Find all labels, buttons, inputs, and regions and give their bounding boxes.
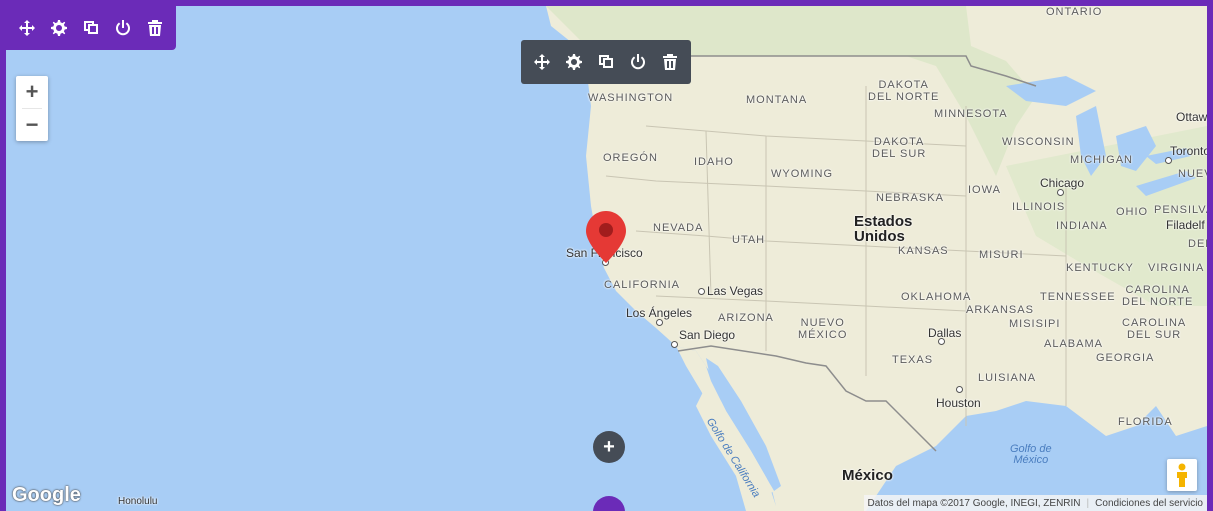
label-kentucky: KENTUCKY: [1066, 262, 1134, 274]
label-georgia: GEORGIA: [1096, 352, 1155, 364]
label-usa: Estados Unidos: [854, 213, 913, 245]
label-texas: TEXAS: [892, 354, 934, 366]
label-iowa: IOWA: [968, 184, 1001, 196]
map-pin-icon[interactable]: [586, 211, 626, 263]
label-illinois: ILLINOIS: [1012, 201, 1066, 213]
label-las-vegas: Las Vegas: [707, 284, 764, 298]
move-icon[interactable]: [18, 19, 36, 37]
label-oregon: OREGÓN: [603, 152, 658, 164]
settings-icon[interactable]: [565, 53, 583, 71]
city-marker-dallas: [938, 338, 945, 345]
label-idaho: IDAHO: [694, 156, 734, 168]
label-misisipi: MISISIPI: [1009, 318, 1061, 330]
label-nevada: NEVADA: [653, 222, 704, 234]
delete-icon[interactable]: [146, 19, 164, 37]
label-tennessee: TENNESSEE: [1040, 291, 1116, 303]
label-ottawa: Ottawa: [1176, 110, 1213, 124]
label-north-dakota: DAKOTA DEL NORTE: [868, 79, 940, 103]
label-luisiana: LUISIANA: [978, 372, 1037, 384]
google-logo: Google: [12, 484, 81, 506]
map-data-credit: Datos del mapa ©2017 Google, INEGI, ZENR…: [867, 497, 1081, 509]
label-arkansas: ARKANSAS: [966, 304, 1034, 316]
label-wyoming: WYOMING: [771, 168, 833, 180]
move-icon[interactable]: [533, 53, 551, 71]
zoom-control: + −: [16, 76, 48, 141]
add-module-button[interactable]: +: [593, 431, 625, 463]
label-california: CALIFORNIA: [604, 279, 681, 291]
label-filadelfia: Filadelf: [1166, 218, 1205, 232]
map-attribution: Datos del mapa ©2017 Google, INEGI, ZENR…: [863, 495, 1207, 511]
label-carolina-sur: CAROLINA DEL SUR: [1122, 317, 1187, 341]
label-oklahoma: OKLAHOMA: [901, 291, 972, 303]
delete-icon[interactable]: [661, 53, 679, 71]
label-montana: MONTANA: [746, 94, 808, 106]
label-arizona: ARIZONA: [718, 312, 774, 324]
label-nueva: NUEVA: [1178, 168, 1212, 180]
label-carolina-norte: CAROLINA DEL NORTE: [1122, 284, 1194, 308]
label-utah: UTAH: [732, 234, 766, 246]
label-san-diego: San Diego: [679, 328, 736, 342]
label-minnesota: MINNESOTA: [934, 108, 1008, 120]
duplicate-icon[interactable]: [82, 19, 100, 37]
terms-link[interactable]: Condiciones del servicio: [1095, 498, 1203, 509]
label-ohio: OHIO: [1116, 206, 1149, 218]
city-marker-los-angeles: [656, 319, 663, 326]
duplicate-icon[interactable]: [597, 53, 615, 71]
zoom-out-button[interactable]: −: [16, 109, 48, 141]
label-michigan: MICHIGAN: [1070, 154, 1133, 166]
label-wisconsin: WISCONSIN: [1002, 136, 1075, 148]
label-alabama: ALABAMA: [1044, 338, 1103, 350]
column-toolbar: [6, 6, 176, 50]
label-houston: Houston: [936, 396, 981, 410]
city-marker-san-diego: [671, 341, 678, 348]
label-florida: FLORIDA: [1118, 416, 1173, 428]
city-marker-las-vegas: [698, 288, 705, 295]
label-indiana: INDIANA: [1056, 220, 1108, 232]
city-marker-toronto: [1165, 157, 1172, 164]
label-south-dakota: DAKOTA DEL SUR: [872, 136, 927, 160]
label-nebraska: NEBRASKA: [876, 192, 944, 204]
label-pensilvania: PENSILVA: [1154, 204, 1213, 216]
label-virginia: VIRGINIA: [1148, 262, 1205, 274]
power-icon[interactable]: [629, 53, 647, 71]
label-chicago: Chicago: [1040, 176, 1085, 190]
street-view-pegman-icon[interactable]: [1167, 459, 1197, 491]
label-ontario: ONTARIO: [1046, 6, 1103, 18]
attribution-separator: |: [1086, 497, 1090, 509]
zoom-in-button[interactable]: +: [16, 76, 48, 108]
settings-icon[interactable]: [50, 19, 68, 37]
city-marker-houston: [956, 386, 963, 393]
map-widget-frame: ONTARIO WASHINGTON MONTANA DAKOTA DEL NO…: [0, 0, 1213, 511]
label-nuevo-mexico: NUEVO MÉXICO: [798, 317, 848, 341]
power-icon[interactable]: [114, 19, 132, 37]
module-toolbar: [521, 40, 691, 84]
label-dallas: Dallas: [928, 326, 962, 340]
label-kansas: KANSAS: [898, 245, 949, 257]
label-honolulu: Honolulu: [118, 496, 158, 507]
label-mexico: México: [842, 467, 893, 484]
label-los-angeles: Los Ángeles: [626, 306, 693, 320]
label-washington: WASHINGTON: [588, 92, 674, 104]
label-del: DEL: [1188, 238, 1213, 250]
label-toronto: Toronto: [1170, 144, 1211, 158]
city-marker-chicago: [1057, 189, 1064, 196]
label-misuri: MISURI: [979, 249, 1024, 261]
label-golfo-mexico: Golfo de México: [1010, 443, 1052, 466]
